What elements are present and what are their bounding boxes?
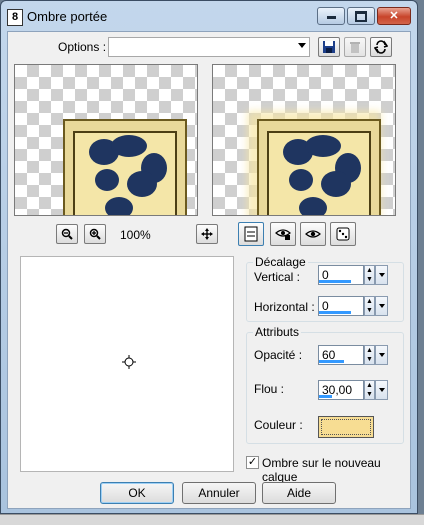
help-button[interactable]: Aide (262, 482, 336, 504)
new-layer-label[interactable]: Ombre sur le nouveau calque (262, 456, 410, 484)
original-image-frame (63, 119, 187, 215)
horizontal-label: Horizontal : (254, 300, 315, 314)
close-button[interactable]: ✕ (377, 7, 411, 25)
eye-lock-icon (275, 229, 291, 240)
layout-icon (244, 226, 258, 242)
auto-proof-button[interactable] (270, 222, 296, 246)
result-image-frame (257, 119, 381, 215)
minimize-button[interactable] (317, 7, 345, 25)
dialog-window: 8 Ombre portée ✕ Options : 100% Décalage… (0, 0, 418, 514)
options-dropdown[interactable] (108, 37, 310, 57)
blur-up-down[interactable]: ▲ ▼ (364, 380, 375, 400)
horizontal-up-down[interactable]: ▲ ▼ (364, 296, 375, 316)
new-layer-checkbox[interactable]: ✓ (246, 456, 259, 469)
chevron-down-icon (298, 43, 306, 48)
trash-icon (350, 42, 360, 53)
ok-button[interactable]: OK (100, 482, 174, 504)
reset-button[interactable] (370, 37, 392, 57)
color-swatch[interactable] (318, 416, 374, 438)
background-app-strip (0, 514, 424, 525)
zoom-in-button[interactable] (84, 224, 106, 244)
vertical-label: Vertical : (254, 270, 301, 284)
dialog-client: Options : 100% Décalage Vertical: 0 ▲ ▼… (7, 31, 411, 509)
vertical-dropdown[interactable] (375, 265, 388, 285)
color-label: Couleur : (254, 418, 303, 432)
checkmark-icon: ✓ (247, 456, 258, 468)
attributes-group-title: Attributs (253, 325, 302, 339)
crosshair-icon (122, 355, 136, 369)
maximize-icon (355, 11, 367, 22)
randomize-button[interactable] (330, 222, 356, 246)
cancel-button[interactable]: Annuler (182, 482, 256, 504)
original-preview[interactable] (14, 64, 198, 216)
minimize-icon (326, 16, 336, 19)
save-preset-button[interactable] (318, 37, 340, 57)
pan-button[interactable] (196, 224, 218, 244)
eye-icon (305, 230, 321, 238)
zoom-level: 100% (120, 228, 151, 242)
vertical-bar (319, 280, 351, 283)
save-icon (323, 41, 335, 53)
zoom-out-icon (61, 228, 73, 240)
close-icon: ✕ (389, 10, 399, 22)
delete-preset-button[interactable] (344, 37, 366, 57)
offset-group-title: Décalage (253, 255, 308, 269)
window-title: Ombre portée (27, 9, 108, 24)
opacity-label: Opacité : (254, 348, 303, 362)
blur-dropdown[interactable] (375, 380, 388, 400)
options-value (109, 40, 112, 54)
original-image (73, 131, 177, 215)
opacity-up-down[interactable]: ▲ ▼ (364, 345, 375, 365)
opacity-dropdown[interactable] (375, 345, 388, 365)
result-preview (212, 64, 396, 216)
offset-pad[interactable] (20, 256, 234, 472)
blur-bar (319, 395, 332, 398)
horizontal-bar (319, 311, 351, 314)
dice-icon (336, 227, 350, 241)
vertical-up-down[interactable]: ▲ ▼ (364, 265, 375, 285)
horizontal-dropdown[interactable] (375, 296, 388, 316)
reset-arrows-icon (373, 40, 389, 54)
options-label: Options : (58, 40, 107, 54)
app-icon: 8 (7, 9, 23, 26)
result-image (267, 131, 371, 215)
zoom-in-icon (89, 228, 101, 240)
color-swatch-fill (321, 419, 371, 435)
preview-toggle-button[interactable] (300, 222, 326, 246)
opacity-bar (319, 360, 344, 363)
maximize-button[interactable] (347, 7, 375, 25)
blur-label: Flou : (254, 382, 285, 396)
move-arrows-icon (201, 228, 213, 240)
title-bar[interactable]: 8 Ombre portée ✕ (1, 1, 417, 31)
zoom-out-button[interactable] (56, 224, 78, 244)
proof-toggle-button[interactable] (238, 222, 264, 246)
